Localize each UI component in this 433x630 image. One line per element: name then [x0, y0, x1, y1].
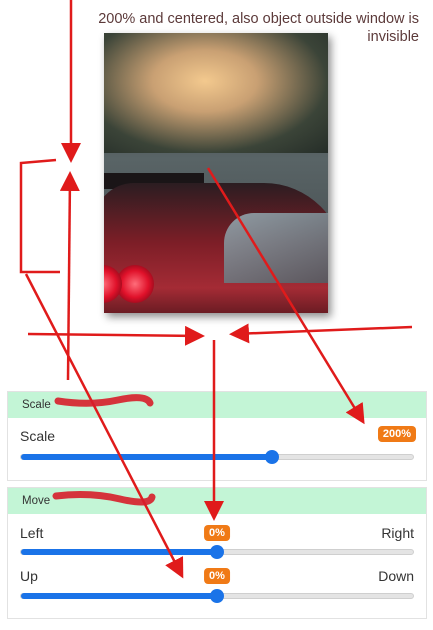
scale-panel-header: Scale: [8, 392, 426, 418]
move-y-slider-thumb[interactable]: [210, 589, 224, 603]
arrow-right: [27, 325, 205, 346]
move-y-slider[interactable]: [20, 589, 414, 603]
scale-value-badge: 200%: [377, 426, 416, 442]
arrow-left: [229, 323, 413, 344]
car-photo: [104, 33, 328, 313]
bracket-left: [19, 158, 60, 274]
scale-slider[interactable]: [20, 450, 414, 464]
scale-panel-title: Scale: [22, 399, 51, 411]
move-y-slider-fill: [21, 593, 217, 599]
right-label: Right: [381, 525, 414, 541]
down-label: Down: [378, 568, 414, 584]
move-panel: Move Left Right 0% Up Down 0%: [7, 487, 427, 619]
arrow-up: [59, 171, 80, 381]
move-x-slider-thumb[interactable]: [210, 545, 224, 559]
scale-label: Scale: [20, 428, 56, 444]
move-panel-title: Move: [22, 495, 51, 507]
scale-slider-thumb[interactable]: [264, 450, 279, 464]
left-label: Left: [20, 525, 44, 541]
move-y-value-badge: 0%: [204, 568, 230, 584]
move-x-slider-fill: [21, 549, 217, 555]
move-y-row: Up Down 0%: [8, 558, 426, 618]
scale-row: Scale 200%: [8, 418, 426, 480]
scale-panel: Scale Scale 200%: [7, 391, 427, 481]
scale-slider-fill: [21, 454, 272, 460]
move-panel-header: Move: [8, 488, 426, 514]
move-x-row: Left Right 0%: [8, 514, 426, 559]
move-x-slider[interactable]: [20, 545, 414, 559]
up-label: Up: [20, 568, 38, 584]
move-x-value-badge: 0%: [204, 525, 230, 541]
